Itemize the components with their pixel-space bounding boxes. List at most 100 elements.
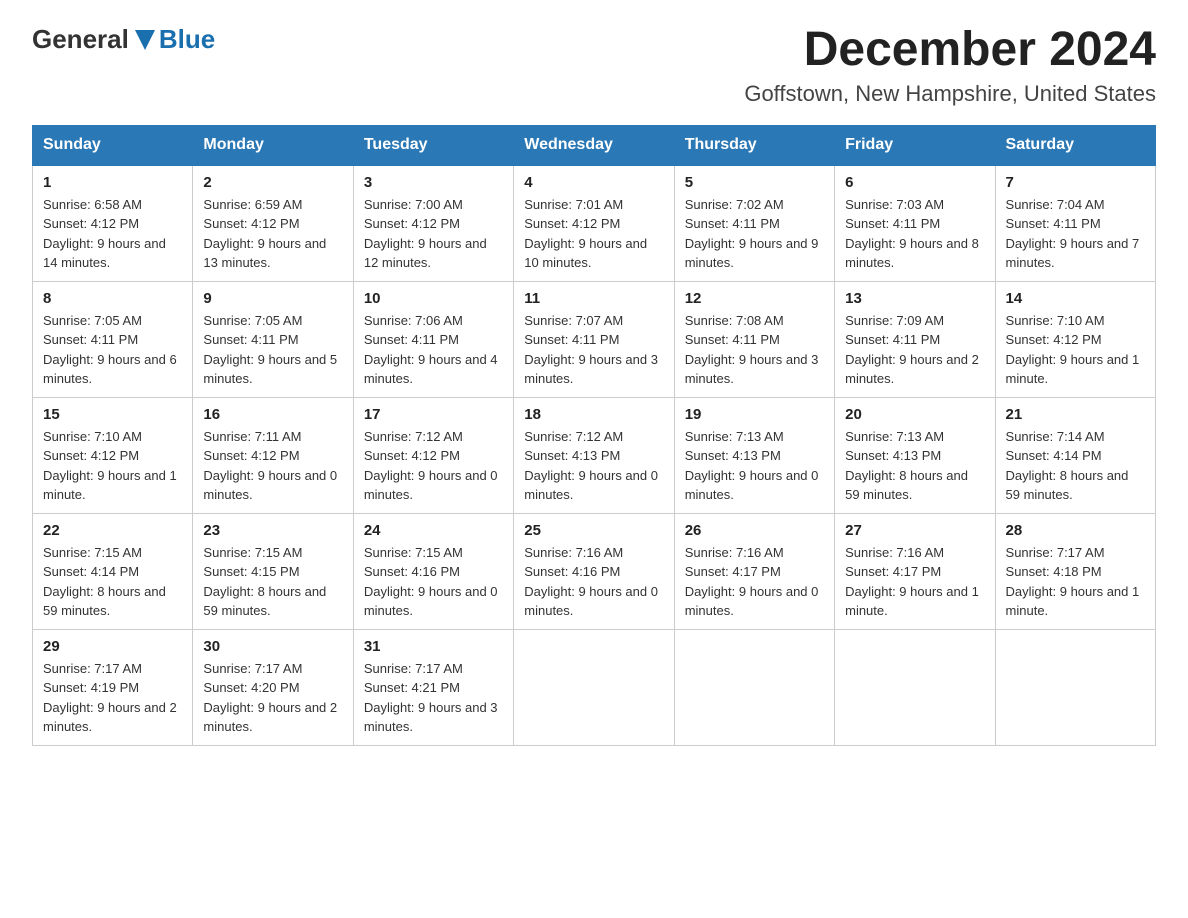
logo-icon — [131, 26, 159, 54]
calendar-day-cell: 29 Sunrise: 7:17 AMSunset: 4:19 PMDayligh… — [33, 629, 193, 745]
calendar-day-cell: 10 Sunrise: 7:06 AMSunset: 4:11 PMDayligh… — [353, 281, 513, 397]
calendar-day-cell: 4Sunrise: 7:01 AMSunset: 4:12 PMDaylight… — [514, 165, 674, 282]
day-number: 6 — [845, 174, 984, 191]
day-number: 23 — [203, 522, 342, 539]
day-info: Sunrise: 7:10 AMSunset: 4:12 PMDaylight:… — [1006, 311, 1145, 389]
day-number: 5 — [685, 174, 824, 191]
calendar-day-cell: 30Sunrise: 7:17 AMSunset: 4:20 PMDayligh… — [193, 629, 353, 745]
day-number: 17 — [364, 406, 503, 423]
day-info: Sunrise: 7:16 AMSunset: 4:17 PMDaylight:… — [685, 543, 824, 621]
day-number: 12 — [685, 290, 824, 307]
month-title: December 2024 — [744, 24, 1156, 77]
calendar-day-cell: 1 Sunrise: 6:58 AMSunset: 4:12 PMDaylight… — [33, 165, 193, 282]
day-info: Sunrise: 7:06 AMSunset: 4:11 PMDaylight:… — [364, 311, 503, 389]
calendar-day-cell: 14 Sunrise: 7:10 AMSunset: 4:12 PMDayligh… — [995, 281, 1155, 397]
day-number: 8 — [43, 290, 182, 307]
day-info: Sunrise: 7:12 AMSunset: 4:13 PMDaylight:… — [524, 427, 663, 505]
day-number: 31 — [364, 638, 503, 655]
day-number: 11 — [524, 290, 663, 307]
day-number: 26 — [685, 522, 824, 539]
day-info: Sunrise: 7:04 AMSunset: 4:11 PMDaylight:… — [1006, 195, 1145, 273]
day-number: 20 — [845, 406, 984, 423]
calendar-day-cell: 8 Sunrise: 7:05 AMSunset: 4:11 PMDaylight… — [33, 281, 193, 397]
day-info: Sunrise: 7:11 AMSunset: 4:12 PMDaylight:… — [203, 427, 342, 505]
weekday-header-tuesday: Tuesday — [353, 125, 513, 165]
day-info: Sunrise: 7:00 AMSunset: 4:12 PMDaylight:… — [364, 195, 503, 273]
day-info: Sunrise: 6:59 AMSunset: 4:12 PMDaylight:… — [203, 195, 342, 273]
calendar-day-cell: 27Sunrise: 7:16 AMSunset: 4:17 PMDayligh… — [835, 513, 995, 629]
day-number: 13 — [845, 290, 984, 307]
calendar-day-cell: 26 Sunrise: 7:16 AMSunset: 4:17 PMDayligh… — [674, 513, 834, 629]
day-number: 10 — [364, 290, 503, 307]
day-number: 24 — [364, 522, 503, 539]
day-info: Sunrise: 7:02 AMSunset: 4:11 PMDaylight:… — [685, 195, 824, 273]
weekday-header-sunday: Sunday — [33, 125, 193, 165]
calendar-day-cell — [514, 629, 674, 745]
day-info: Sunrise: 7:05 AMSunset: 4:11 PMDaylight:… — [203, 311, 342, 389]
calendar-day-cell: 23 Sunrise: 7:15 AMSunset: 4:15 PMDayligh… — [193, 513, 353, 629]
calendar-day-cell: 6 Sunrise: 7:03 AMSunset: 4:11 PMDaylight… — [835, 165, 995, 282]
location-title: Goffstown, New Hampshire, United States — [744, 81, 1156, 107]
calendar-day-cell — [835, 629, 995, 745]
day-info: Sunrise: 7:15 AMSunset: 4:14 PMDaylight:… — [43, 543, 182, 621]
calendar-day-cell: 28 Sunrise: 7:17 AMSunset: 4:18 PMDayligh… — [995, 513, 1155, 629]
calendar-week-row: 22 Sunrise: 7:15 AMSunset: 4:14 PMDayligh… — [33, 513, 1156, 629]
title-area: December 2024 Goffstown, New Hampshire, … — [744, 24, 1156, 107]
weekday-header-row: SundayMondayTuesdayWednesdayThursdayFrid… — [33, 125, 1156, 165]
calendar-week-row: 8 Sunrise: 7:05 AMSunset: 4:11 PMDaylight… — [33, 281, 1156, 397]
calendar-day-cell: 11 Sunrise: 7:07 AMSunset: 4:11 PMDayligh… — [514, 281, 674, 397]
day-number: 25 — [524, 522, 663, 539]
calendar-day-cell: 3 Sunrise: 7:00 AMSunset: 4:12 PMDaylight… — [353, 165, 513, 282]
logo: General Blue — [32, 24, 215, 55]
calendar-day-cell — [995, 629, 1155, 745]
calendar-day-cell: 16 Sunrise: 7:11 AMSunset: 4:12 PMDayligh… — [193, 397, 353, 513]
weekday-header-thursday: Thursday — [674, 125, 834, 165]
calendar-day-cell: 5 Sunrise: 7:02 AMSunset: 4:11 PMDaylight… — [674, 165, 834, 282]
day-number: 9 — [203, 290, 342, 307]
day-number: 16 — [203, 406, 342, 423]
day-info: Sunrise: 7:12 AMSunset: 4:12 PMDaylight:… — [364, 427, 503, 505]
logo-general: General — [32, 24, 129, 55]
calendar-day-cell: 15Sunrise: 7:10 AMSunset: 4:12 PMDayligh… — [33, 397, 193, 513]
day-info: Sunrise: 7:13 AMSunset: 4:13 PMDaylight:… — [845, 427, 984, 505]
calendar-week-row: 15Sunrise: 7:10 AMSunset: 4:12 PMDayligh… — [33, 397, 1156, 513]
calendar-day-cell: 12 Sunrise: 7:08 AMSunset: 4:11 PMDayligh… — [674, 281, 834, 397]
day-number: 15 — [43, 406, 182, 423]
calendar-day-cell: 31 Sunrise: 7:17 AMSunset: 4:21 PMDayligh… — [353, 629, 513, 745]
calendar-day-cell: 21Sunrise: 7:14 AMSunset: 4:14 PMDayligh… — [995, 397, 1155, 513]
calendar-day-cell: 19Sunrise: 7:13 AMSunset: 4:13 PMDayligh… — [674, 397, 834, 513]
calendar-day-cell: 2 Sunrise: 6:59 AMSunset: 4:12 PMDaylight… — [193, 165, 353, 282]
calendar-day-cell: 24Sunrise: 7:15 AMSunset: 4:16 PMDayligh… — [353, 513, 513, 629]
day-number: 14 — [1006, 290, 1145, 307]
calendar-day-cell: 22 Sunrise: 7:15 AMSunset: 4:14 PMDayligh… — [33, 513, 193, 629]
calendar-week-row: 29 Sunrise: 7:17 AMSunset: 4:19 PMDayligh… — [33, 629, 1156, 745]
day-info: Sunrise: 7:17 AMSunset: 4:18 PMDaylight:… — [1006, 543, 1145, 621]
day-number: 2 — [203, 174, 342, 191]
day-info: Sunrise: 7:15 AMSunset: 4:15 PMDaylight:… — [203, 543, 342, 621]
calendar-day-cell: 17 Sunrise: 7:12 AMSunset: 4:12 PMDayligh… — [353, 397, 513, 513]
day-number: 1 — [43, 174, 182, 191]
day-number: 3 — [364, 174, 503, 191]
calendar-day-cell: 25Sunrise: 7:16 AMSunset: 4:16 PMDayligh… — [514, 513, 674, 629]
day-number: 28 — [1006, 522, 1145, 539]
weekday-header-friday: Friday — [835, 125, 995, 165]
calendar-table: SundayMondayTuesdayWednesdayThursdayFrid… — [32, 125, 1156, 746]
day-number: 18 — [524, 406, 663, 423]
day-info: Sunrise: 7:05 AMSunset: 4:11 PMDaylight:… — [43, 311, 182, 389]
day-info: Sunrise: 6:58 AMSunset: 4:12 PMDaylight:… — [43, 195, 182, 273]
day-info: Sunrise: 7:16 AMSunset: 4:17 PMDaylight:… — [845, 543, 984, 621]
day-info: Sunrise: 7:17 AMSunset: 4:21 PMDaylight:… — [364, 659, 503, 737]
day-number: 29 — [43, 638, 182, 655]
day-number: 22 — [43, 522, 182, 539]
day-info: Sunrise: 7:08 AMSunset: 4:11 PMDaylight:… — [685, 311, 824, 389]
day-info: Sunrise: 7:07 AMSunset: 4:11 PMDaylight:… — [524, 311, 663, 389]
day-info: Sunrise: 7:03 AMSunset: 4:11 PMDaylight:… — [845, 195, 984, 273]
calendar-day-cell: 20 Sunrise: 7:13 AMSunset: 4:13 PMDayligh… — [835, 397, 995, 513]
day-number: 4 — [524, 174, 663, 191]
day-info: Sunrise: 7:17 AMSunset: 4:19 PMDaylight:… — [43, 659, 182, 737]
calendar-day-cell: 9 Sunrise: 7:05 AMSunset: 4:11 PMDaylight… — [193, 281, 353, 397]
calendar-day-cell: 13Sunrise: 7:09 AMSunset: 4:11 PMDayligh… — [835, 281, 995, 397]
weekday-header-saturday: Saturday — [995, 125, 1155, 165]
day-info: Sunrise: 7:13 AMSunset: 4:13 PMDaylight:… — [685, 427, 824, 505]
weekday-header-wednesday: Wednesday — [514, 125, 674, 165]
